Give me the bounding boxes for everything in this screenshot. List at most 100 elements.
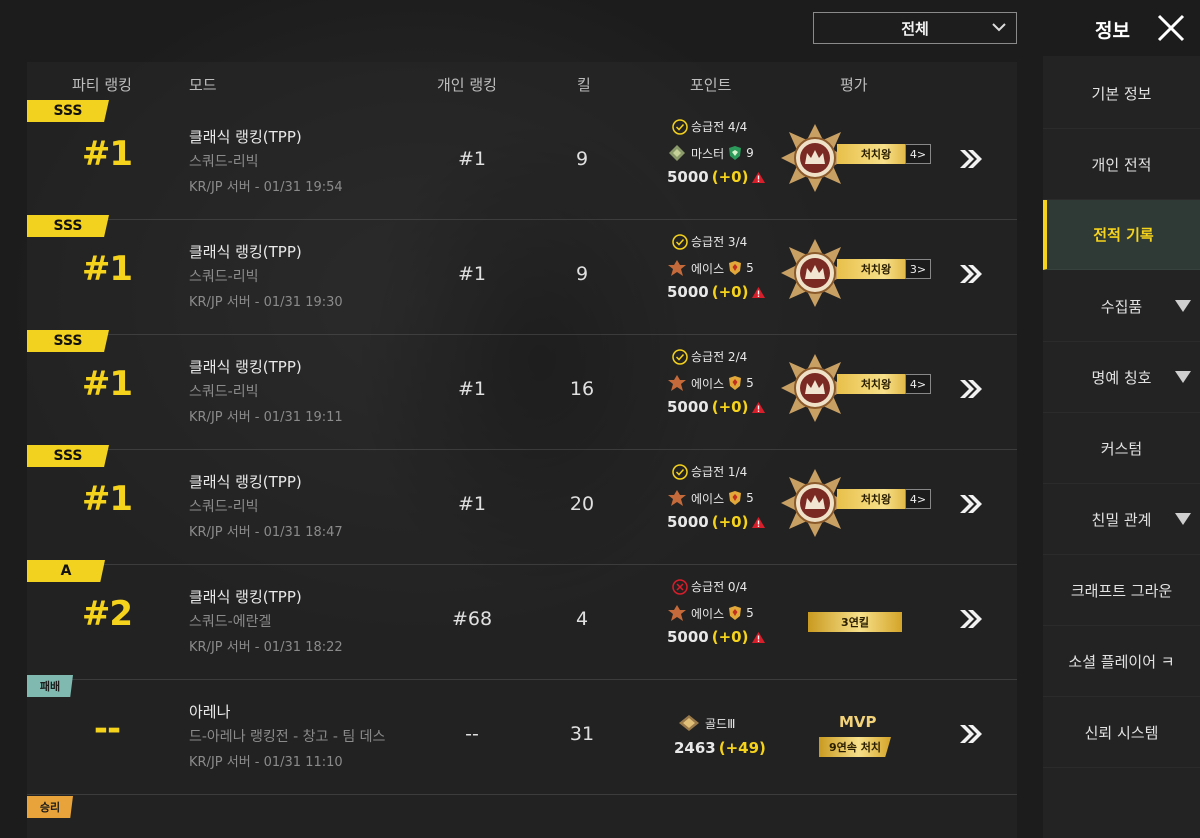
column-header-kills: 킬 xyxy=(577,76,591,94)
points-delta: (+0) xyxy=(711,628,749,646)
ace-tier-icon xyxy=(668,260,686,276)
sidebar-item-match-history[interactable]: 전적 기록 xyxy=(1043,200,1200,270)
chevron-right-icon[interactable] xyxy=(957,378,985,400)
ace-tier-icon xyxy=(668,375,686,391)
sidebar-item-label: 신뢰 시스템 xyxy=(1084,723,1159,742)
tier-level: 5 xyxy=(746,606,754,620)
promotion-status: 승급전 0/4 xyxy=(672,578,747,595)
match-row[interactable]: SSS #1 클래식 랭킹(TPP) 스쿼드-리빅 KR/JP 서버 - 01/… xyxy=(27,100,1017,220)
kills: 20 xyxy=(569,493,595,515)
tier-name: 골드Ⅲ xyxy=(705,716,736,731)
promotion-text: 승급전 3/4 xyxy=(691,235,748,249)
column-header-rating: 평가 xyxy=(840,76,868,94)
chevron-right-icon[interactable] xyxy=(957,493,985,515)
check-circle-icon xyxy=(672,463,688,480)
warning-icon xyxy=(752,171,766,183)
close-icon[interactable] xyxy=(1155,12,1187,44)
sidebar-item-collectibles[interactable]: 수집품 xyxy=(1043,271,1200,342)
server-time: KR/JP 서버 - 01/31 18:22 xyxy=(189,640,343,655)
match-row[interactable]: SSS #1 클래식 랭킹(TPP) 스쿼드-리빅 KR/JP 서버 - 01/… xyxy=(27,330,1017,450)
sidebar-item-label: 개인 전적 xyxy=(1091,155,1152,174)
submode: 스쿼드-에란겔 xyxy=(189,614,272,630)
party-rank: #1 xyxy=(81,249,133,289)
match-row[interactable]: 패배 -- 아레나 드-아레나 랭킹전 - 창고 - 팀 데스 KR/JP 서버… xyxy=(27,675,1017,795)
sidebar-item-label: 친밀 관계 xyxy=(1091,510,1152,529)
server-time: KR/JP 서버 - 01/31 19:30 xyxy=(189,295,343,310)
promotion-status: 승급전 3/4 xyxy=(672,233,747,250)
server-time: KR/JP 서버 - 01/31 18:47 xyxy=(189,525,343,540)
award-count[interactable]: 4 > xyxy=(905,489,931,509)
sidebar-item-craft-ground[interactable]: 크래프트 그라운 xyxy=(1043,555,1200,626)
personal-rank: #1 xyxy=(457,263,486,285)
chevron-right-icon[interactable] xyxy=(957,723,985,745)
party-rank: #2 xyxy=(81,594,133,634)
sidebar-item-label: 기본 정보 xyxy=(1091,84,1152,103)
sidebar-item-relationships[interactable]: 친밀 관계 xyxy=(1043,484,1200,555)
tier: 에이스 5 xyxy=(667,604,754,622)
match-row[interactable]: A #2 클래식 랭킹(TPP) 스쿼드-에란겔 KR/JP 서버 - 01/3… xyxy=(27,560,1017,680)
points-delta: (+0) xyxy=(711,398,749,416)
server-time: KR/JP 서버 - 01/31 19:11 xyxy=(189,410,343,425)
award-count[interactable]: 4 > xyxy=(905,144,931,164)
check-circle-icon xyxy=(672,118,688,135)
points: 5000 (+0) xyxy=(667,283,766,301)
sidebar-item-personal-stats[interactable]: 개인 전적 xyxy=(1043,129,1200,200)
mode-name: 클래식 랭킹(TPP) xyxy=(189,588,302,606)
match-row[interactable]: SSS #1 클래식 랭킹(TPP) 스쿼드-리빅 KR/JP 서버 - 01/… xyxy=(27,215,1017,335)
tier-name: 마스터 xyxy=(691,146,725,161)
column-header-points: 포인트 xyxy=(690,76,732,94)
gold-tier-icon xyxy=(679,715,699,731)
server-time: KR/JP 서버 - 01/31 11:10 xyxy=(189,755,343,770)
triangle-down-icon xyxy=(1175,513,1191,525)
tier: 에이스 5 xyxy=(667,489,754,507)
sidebar-item-label: 명예 칭호 xyxy=(1091,368,1152,387)
award-count-value: 3 xyxy=(909,262,917,276)
column-header-mode: 모드 xyxy=(189,76,217,94)
sidebar-item-custom[interactable]: 커스텀 xyxy=(1043,413,1200,484)
triangle-down-icon xyxy=(1175,300,1191,312)
chevron-right-icon[interactable] xyxy=(957,608,985,630)
shield-icon xyxy=(729,376,742,390)
award-count[interactable]: 4 > xyxy=(905,374,931,394)
points-delta: (+0) xyxy=(711,168,749,186)
party-rank: -- xyxy=(93,709,121,749)
result-tag-defeat: 패배 xyxy=(27,675,73,697)
mvp-badge: 9연속 처치 xyxy=(819,737,891,757)
points-delta: (+0) xyxy=(711,513,749,531)
sidebar: 기본 정보 개인 전적 전적 기록 수집품 명예 칭호 커스텀 친밀 관계 크래… xyxy=(1043,56,1200,838)
shield-icon xyxy=(729,491,742,505)
triangle-down-icon xyxy=(1175,371,1191,383)
sidebar-item-social-player[interactable]: 소셜 플레이어 ㅋ xyxy=(1043,626,1200,697)
sidebar-item-honor-titles[interactable]: 명예 칭호 xyxy=(1043,342,1200,413)
award-badge: 처치왕 xyxy=(837,144,915,164)
party-grade-tag: A xyxy=(27,560,105,582)
sidebar-item-label: 커스텀 xyxy=(1100,439,1143,458)
shield-icon xyxy=(729,146,742,160)
mode-name: 클래식 랭킹(TPP) xyxy=(189,473,302,491)
party-rank: #1 xyxy=(81,479,133,519)
sidebar-item-label: 수집품 xyxy=(1100,297,1143,316)
points-value: 5000 xyxy=(667,513,709,531)
points: 5000 (+0) xyxy=(667,628,766,646)
tier-name: 에이스 xyxy=(691,491,725,506)
points-value: 5000 xyxy=(667,283,709,301)
chevron-right-icon[interactable] xyxy=(957,263,985,285)
party-grade-tag: SSS xyxy=(27,100,109,122)
tier-level: 5 xyxy=(746,376,754,390)
promotion-status: 승급전 1/4 xyxy=(672,463,747,480)
sidebar-item-basic-info[interactable]: 기본 정보 xyxy=(1043,58,1200,129)
sidebar-item-trust-system[interactable]: 신뢰 시스템 xyxy=(1043,697,1200,768)
column-header-party-rank: 파티 랭킹 xyxy=(72,76,132,94)
mode-filter-dropdown[interactable]: 전체 xyxy=(813,12,1017,44)
match-row[interactable]: SSS #1 클래식 랭킹(TPP) 스쿼드-리빅 KR/JP 서버 - 01/… xyxy=(27,445,1017,565)
award-count-value: 4 xyxy=(909,492,917,506)
chevron-right-icon[interactable] xyxy=(957,148,985,170)
column-header-personal-rank: 개인 랭킹 xyxy=(437,76,497,94)
personal-rank: #1 xyxy=(457,493,486,515)
personal-rank: #1 xyxy=(457,148,486,170)
mode-name: 클래식 랭킹(TPP) xyxy=(189,243,302,261)
award-count-value: 4 xyxy=(909,147,917,161)
check-circle-icon xyxy=(672,348,688,365)
award-count[interactable]: 3 > xyxy=(905,259,931,279)
kills: 9 xyxy=(575,148,589,170)
